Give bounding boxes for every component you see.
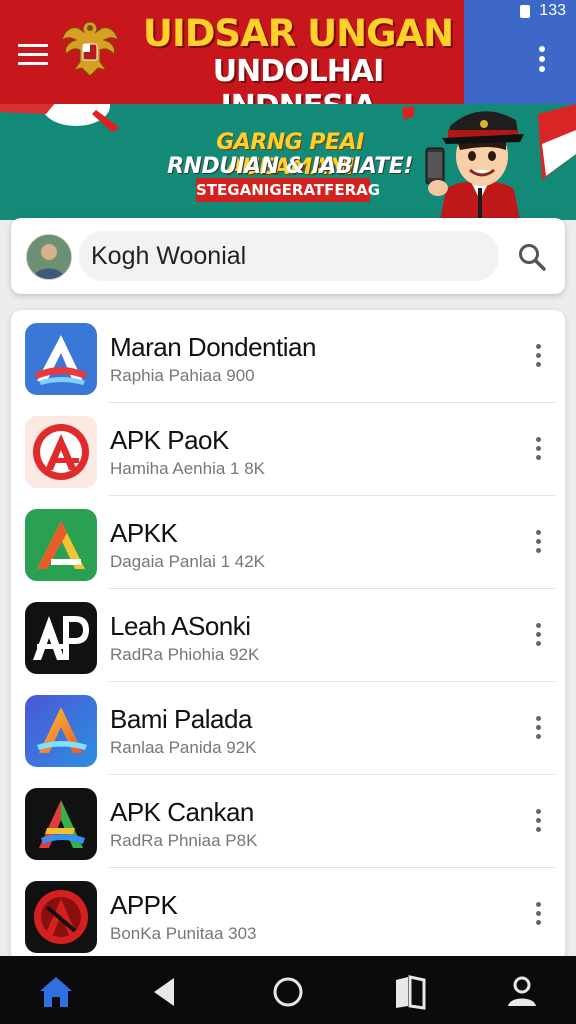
user-photo-icon xyxy=(27,235,71,279)
header-more-options-icon[interactable] xyxy=(538,46,546,76)
app-meta: Ranlaa Panida 92K xyxy=(110,738,257,757)
list-item[interactable]: APKK Dagaia Panlai 1 42K xyxy=(11,496,565,589)
banner-tag: STEGANIGERATFERAG xyxy=(196,178,380,202)
list-item[interactable]: Leah ASonki RadRa Phiohia 92K xyxy=(11,589,565,682)
search-icon[interactable] xyxy=(517,242,547,272)
profile-icon[interactable] xyxy=(504,974,540,1010)
app-name: Bami Palada xyxy=(110,704,252,734)
list-item[interactable]: Maran Dondentian Raphia Pahiaa 900 xyxy=(11,310,565,403)
more-options-icon[interactable] xyxy=(533,902,543,930)
black-ap-icon xyxy=(25,602,97,674)
list-item[interactable]: APPK BonKa Punitaa 303 xyxy=(11,868,565,961)
hamburger-menu-icon[interactable] xyxy=(18,44,48,68)
more-options-icon[interactable] xyxy=(533,623,543,651)
promo-banner[interactable]: GARNG PEAI AUEAMANI RNDUIAN & IABIATE! S… xyxy=(0,104,576,220)
app-meta: BonKa Punitaa 303 xyxy=(110,924,257,943)
app-name: Leah ASonki xyxy=(110,611,251,641)
app-meta: Raphia Pahiaa 900 xyxy=(110,366,255,385)
list-item[interactable]: APK Cankan RadRa Phniaa P8K xyxy=(11,775,565,868)
home-icon[interactable] xyxy=(38,974,74,1010)
book-icon[interactable] xyxy=(392,974,428,1010)
app-name: APPK xyxy=(110,890,178,920)
header-title-line2: UNDOLHAI INDNESIA xyxy=(212,54,384,104)
search-bar xyxy=(11,218,565,294)
status-time: 133 xyxy=(539,2,566,19)
gradient-a-icon xyxy=(25,695,97,767)
more-options-icon[interactable] xyxy=(533,716,543,744)
app-name: APKK xyxy=(110,518,178,548)
app-meta: Hamiha Aenhia 1 8K xyxy=(110,459,265,478)
mascot-character-icon xyxy=(425,111,524,220)
more-options-icon[interactable] xyxy=(533,530,543,558)
battery-icon xyxy=(520,5,530,18)
app-meta: RadRa Phniaa P8K xyxy=(110,831,258,850)
green-a-icon xyxy=(25,509,97,581)
flag-decoration-icon xyxy=(402,106,414,120)
search-input[interactable] xyxy=(79,231,499,281)
more-options-icon[interactable] xyxy=(533,344,543,372)
flag-decoration-icon xyxy=(0,104,120,132)
header-title-line1: UIDSAR UNGAN xyxy=(142,12,454,55)
list-item[interactable]: Bami Palada Ranlaa Panida 92K xyxy=(11,682,565,775)
circle-home-icon[interactable] xyxy=(270,974,306,1010)
back-icon[interactable] xyxy=(146,974,182,1010)
app-name: APK Cankan xyxy=(110,797,254,827)
app-header: 133 UIDSAR UNGAN UNDOLHAI INDNESIA xyxy=(0,0,576,104)
more-options-icon[interactable] xyxy=(533,809,543,837)
app-meta: Dagaia Panlai 1 42K xyxy=(110,552,266,571)
red-a-black-icon xyxy=(25,881,97,953)
app-list: Maran Dondentian Raphia Pahiaa 900 APK P… xyxy=(11,310,565,962)
app-meta: RadRa Phiohia 92K xyxy=(110,645,260,664)
avatar[interactable] xyxy=(26,234,72,280)
garuda-emblem-icon xyxy=(61,21,119,77)
more-options-icon[interactable] xyxy=(533,437,543,465)
blue-a-icon xyxy=(25,323,97,395)
colorful-a-icon xyxy=(25,788,97,860)
red-a-circle-icon xyxy=(25,416,97,488)
list-item[interactable]: APK PaoK Hamiha Aenhia 1 8K xyxy=(11,403,565,496)
app-name: Maran Dondentian xyxy=(110,332,316,362)
banner-subheadline: RNDUIAN & IABIATE! xyxy=(167,154,413,179)
app-name: APK PaoK xyxy=(110,425,229,455)
bottom-navigation xyxy=(0,956,576,1024)
